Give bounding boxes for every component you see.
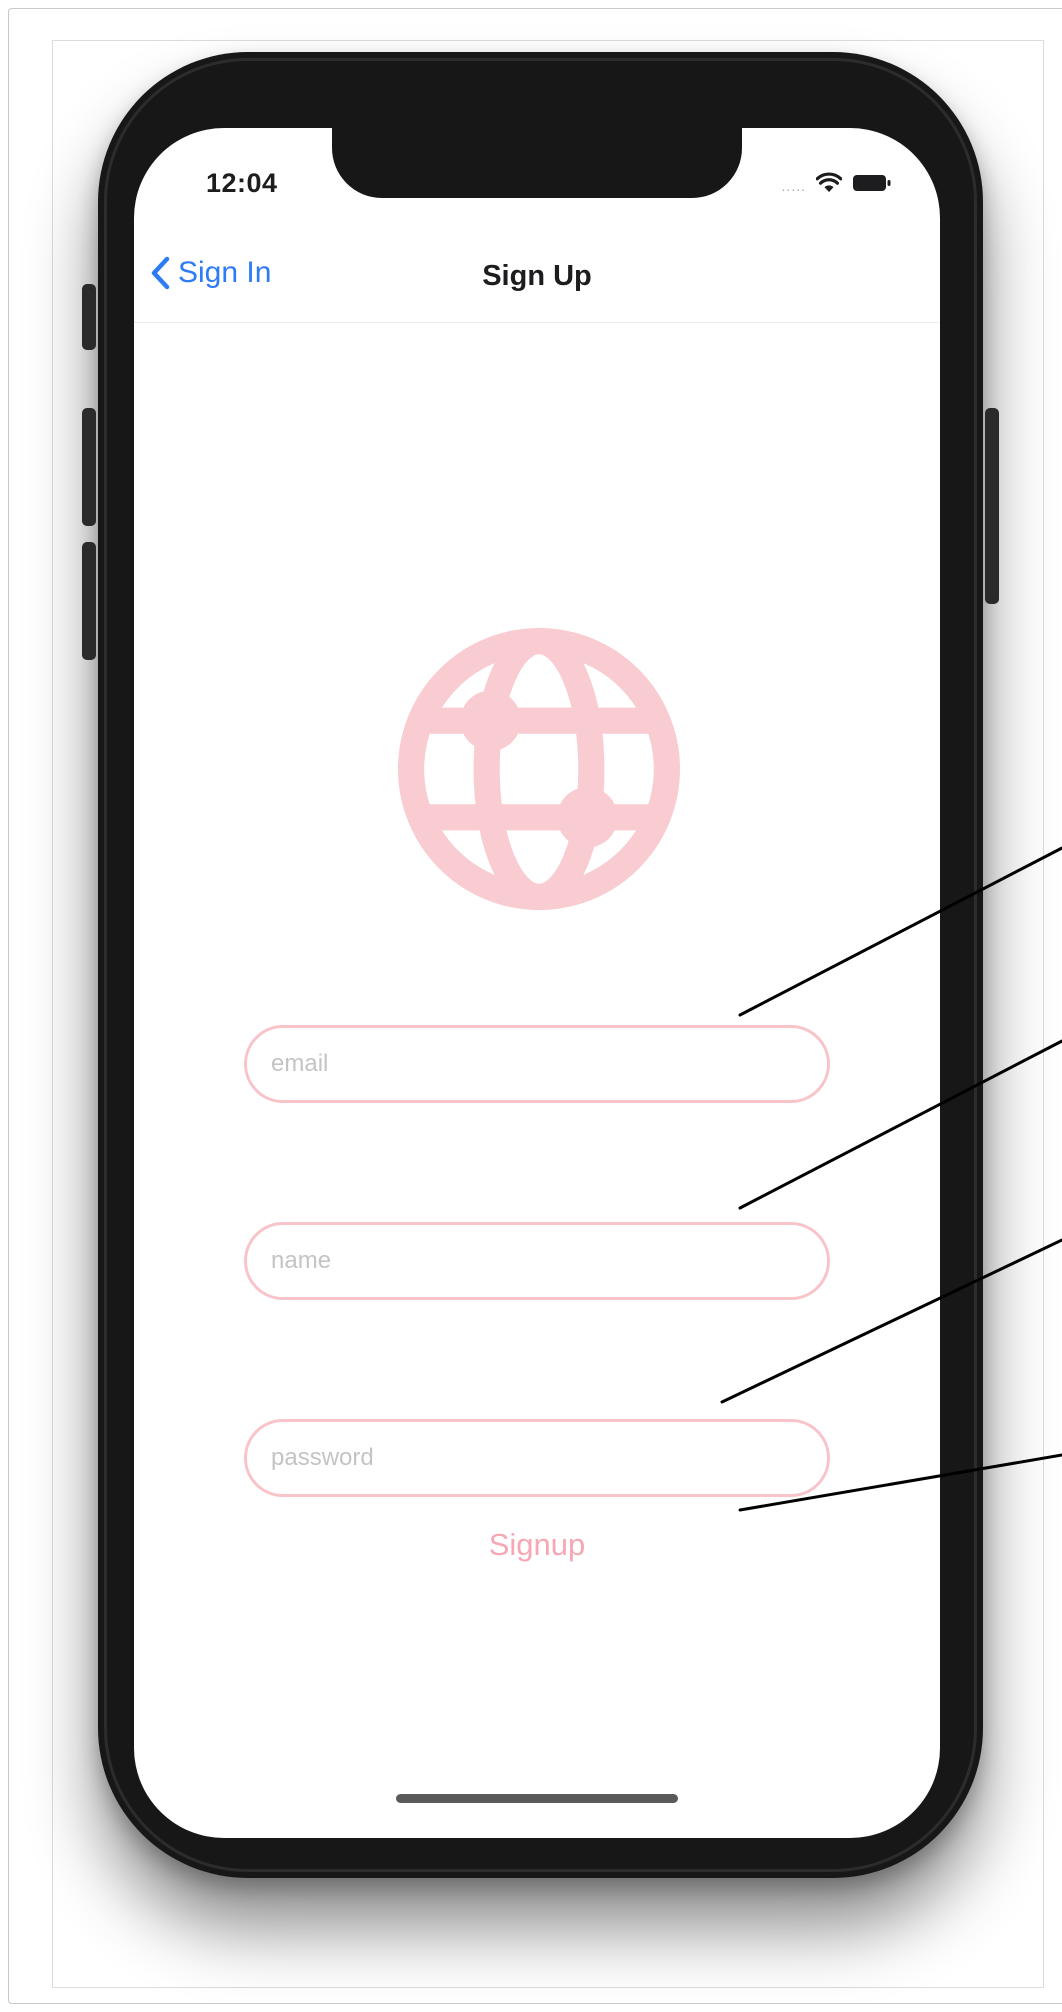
power-button [985, 408, 999, 604]
notch [332, 128, 742, 198]
signup-button[interactable]: Signup [387, 1520, 687, 1570]
email-field[interactable] [244, 1025, 830, 1103]
page-title: Sign Up [482, 260, 592, 292]
signal-icon: ..... [781, 178, 806, 194]
wifi-icon [816, 172, 842, 192]
email-input[interactable] [269, 1049, 793, 1079]
page: 12:04 ..... Sign In Sign Up email name S… [0, 0, 1062, 2012]
volume-up-button [82, 408, 96, 526]
password-field[interactable] [244, 1419, 830, 1497]
volume-down-button [82, 542, 96, 660]
phone-device: 12:04 ..... Sign In Sign Up email name S… [82, 52, 999, 1878]
phone-screen: 12:04 ..... Sign In Sign Up email name S… [134, 128, 940, 1838]
home-indicator [396, 1794, 678, 1803]
silent-switch [82, 284, 96, 350]
status-time: 12:04 [206, 168, 278, 198]
password-input[interactable] [269, 1443, 793, 1473]
name-field[interactable] [244, 1222, 830, 1300]
globe-icon [398, 628, 680, 910]
name-input[interactable] [269, 1246, 793, 1276]
battery-icon [853, 175, 891, 191]
navigation-bar: Sign In Sign Up [134, 238, 940, 323]
status-indicators: ..... [782, 172, 892, 194]
